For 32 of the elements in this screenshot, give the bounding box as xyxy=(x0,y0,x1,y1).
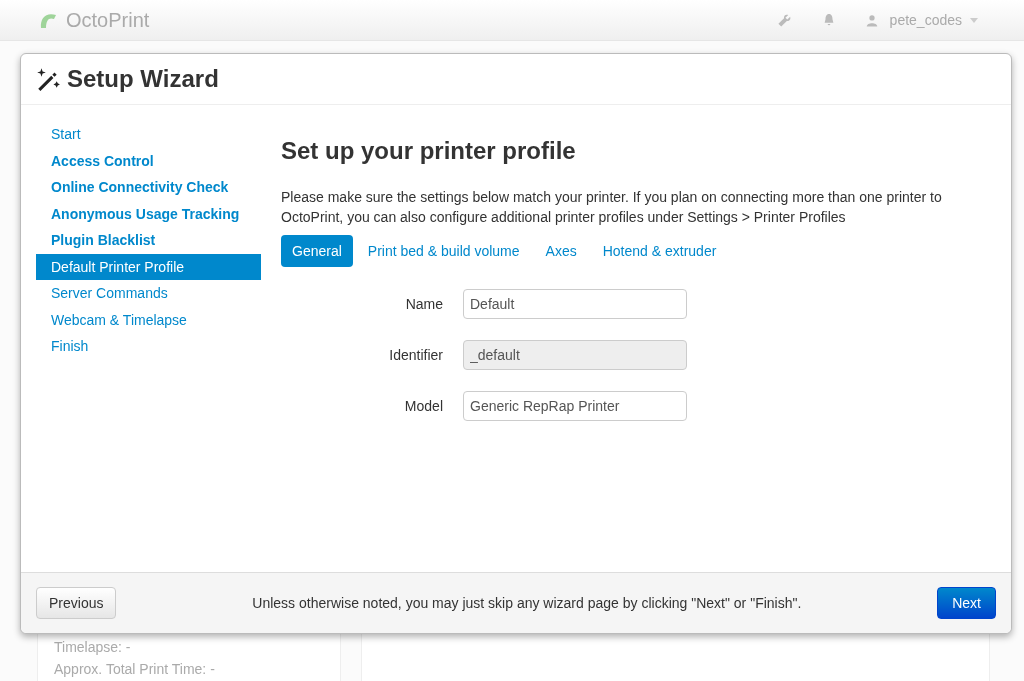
field-label: Name xyxy=(404,296,443,312)
status-text: Approx. Total Print Time: - xyxy=(54,661,216,677)
tab[interactable]: Axes xyxy=(534,235,588,267)
tab[interactable]: Hotend & extruder xyxy=(591,235,728,267)
tab[interactable]: General xyxy=(281,235,353,267)
wizard-step[interactable]: Webcam & Timelapse xyxy=(36,306,261,333)
previous-button[interactable]: Previous xyxy=(36,587,117,619)
wizard-step[interactable]: Finish xyxy=(36,333,261,360)
field-label: Identifier xyxy=(388,347,443,363)
tab[interactable]: Print bed & build volume xyxy=(356,235,531,267)
status-text: Timelapse: - xyxy=(54,639,132,655)
wrench-icon[interactable] xyxy=(776,12,792,28)
field-label: Model xyxy=(403,398,443,414)
wizard-step[interactable]: Online Connectivity Check xyxy=(36,174,261,201)
footer-note: Unless otherwise noted, you may just skip any wizard page by clicking "Next" or "Finish". xyxy=(251,595,803,611)
wizard-step[interactable]: Anonymous Usage Tracking xyxy=(36,200,261,227)
page-heading: Set up your printer profile xyxy=(281,137,577,165)
wizard-step[interactable]: Access Control xyxy=(36,147,261,174)
wizard-step[interactable]: Default Printer Profile xyxy=(36,253,261,280)
input-field[interactable]: Generic RepRap Printer xyxy=(463,391,687,421)
brand-name[interactable]: OctoPrint xyxy=(66,8,150,32)
next-button[interactable]: Next xyxy=(937,587,996,619)
user-menu[interactable]: pete_codes xyxy=(889,12,962,28)
dialog-title: Setup Wizard xyxy=(67,65,219,93)
wizard-step[interactable]: Server Commands xyxy=(36,280,261,307)
wizard-step[interactable]: Plugin Blacklist xyxy=(36,227,261,254)
input-field[interactable]: Default xyxy=(463,289,687,319)
magic-wand-icon xyxy=(35,66,61,92)
user-icon xyxy=(865,13,878,27)
intro-text: Please make sure the settings below match your printer. If you plan on connecting more than one printer to OctoPrint, you can also configure additional printer profiles under Settings > Printer Profiles xyxy=(281,188,943,227)
caret-icon xyxy=(970,17,978,23)
wizard-step[interactable]: Start xyxy=(36,121,261,148)
